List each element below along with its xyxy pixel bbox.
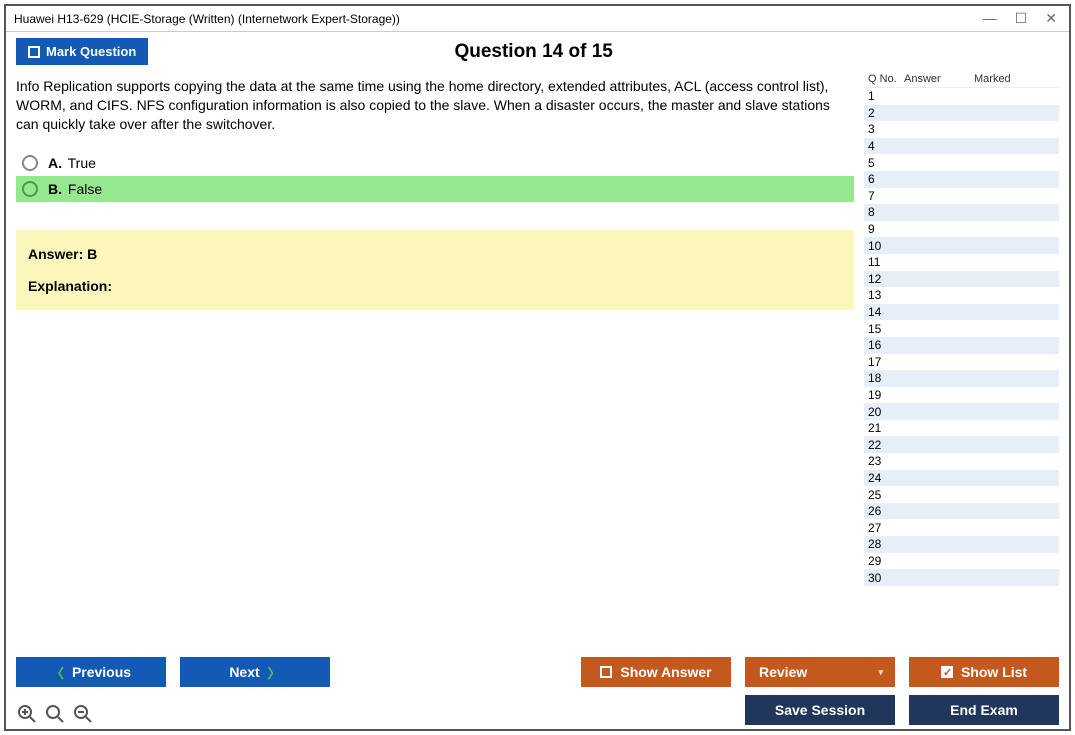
question-list-row[interactable]: 24 [864, 470, 1059, 487]
question-list-row[interactable]: 27 [864, 519, 1059, 536]
question-list-row[interactable]: 21 [864, 420, 1059, 437]
chevron-right-icon: 〉 [268, 663, 281, 682]
chevron-down-icon: ▾ [878, 667, 883, 678]
question-heading: Question 14 of 15 [148, 41, 919, 63]
col-marked: Marked [974, 73, 1059, 85]
question-list-row[interactable]: 4 [864, 138, 1059, 155]
question-list-row[interactable]: 3 [864, 121, 1059, 138]
checkbox-empty-icon [28, 46, 40, 58]
question-list-row[interactable]: 18 [864, 370, 1059, 387]
question-list-row[interactable]: 23 [864, 453, 1059, 470]
question-list-row[interactable]: 5 [864, 154, 1059, 171]
show-answer-label: Show Answer [620, 664, 711, 680]
question-list-row[interactable]: 13 [864, 287, 1059, 304]
option-text: B. False [48, 181, 102, 197]
question-list-row[interactable]: 10 [864, 237, 1059, 254]
end-exam-button[interactable]: End Exam [909, 695, 1059, 725]
window-title: Huawei H13-629 (HCIE-Storage (Written) (… [14, 12, 400, 26]
col-answer: Answer [904, 73, 974, 85]
question-list-row[interactable]: 6 [864, 171, 1059, 188]
show-answer-button[interactable]: Show Answer [581, 657, 731, 687]
question-list-row[interactable]: 26 [864, 503, 1059, 520]
review-button[interactable]: Review ▾ [745, 657, 895, 687]
question-list-row[interactable]: 15 [864, 320, 1059, 337]
button-row-1: 〈 Previous Next 〉 Show Answer Review ▾ S… [16, 657, 1059, 687]
topbar: Mark Question Question 14 of 15 [6, 32, 1069, 71]
question-list-row[interactable]: 22 [864, 436, 1059, 453]
question-list-row[interactable]: 30 [864, 569, 1059, 586]
zoom-out-icon[interactable] [72, 703, 94, 725]
mark-question-label: Mark Question [46, 44, 136, 59]
radio-icon [22, 181, 38, 197]
option-letter: A. [48, 155, 62, 171]
question-list-row[interactable]: 28 [864, 536, 1059, 553]
save-session-button[interactable]: Save Session [745, 695, 895, 725]
maximize-icon[interactable]: ☐ [1015, 10, 1028, 27]
close-icon[interactable]: ✕ [1045, 10, 1057, 27]
mark-question-button[interactable]: Mark Question [16, 38, 148, 65]
answer-line: Answer: B [28, 246, 842, 262]
zoom-in-icon[interactable] [16, 703, 38, 725]
question-list-row[interactable]: 16 [864, 337, 1059, 354]
question-list-row[interactable]: 20 [864, 403, 1059, 420]
previous-button[interactable]: 〈 Previous [16, 657, 166, 687]
explanation-line: Explanation: [28, 278, 842, 294]
zoom-controls [16, 703, 94, 725]
question-text: Info Replication supports copying the da… [16, 77, 854, 134]
window-controls: — ☐ ✕ [983, 10, 1061, 27]
body: Info Replication supports copying the da… [6, 71, 1069, 649]
question-list-row[interactable]: 8 [864, 204, 1059, 221]
option-row[interactable]: B. False [16, 176, 854, 202]
checkbox-checked-icon [941, 666, 953, 678]
zoom-reset-icon[interactable] [44, 703, 66, 725]
col-qno: Q No. [864, 73, 904, 85]
question-list-row[interactable]: 7 [864, 188, 1059, 205]
previous-label: Previous [72, 664, 131, 680]
answer-box: Answer: B Explanation: [16, 230, 854, 310]
app-window: Huawei H13-629 (HCIE-Storage (Written) (… [4, 4, 1071, 731]
option-row[interactable]: A. True [16, 150, 854, 176]
question-list-row[interactable]: 29 [864, 553, 1059, 570]
next-label: Next [229, 664, 259, 680]
show-list-button[interactable]: Show List [909, 657, 1059, 687]
question-list-row[interactable]: 12 [864, 271, 1059, 288]
minimize-icon[interactable]: — [983, 10, 997, 27]
button-row-2: Save Session End Exam [16, 695, 1059, 725]
titlebar: Huawei H13-629 (HCIE-Storage (Written) (… [6, 6, 1069, 32]
question-list[interactable]: 1234567891011121314151617181920212223242… [864, 87, 1059, 643]
question-list-row[interactable]: 19 [864, 387, 1059, 404]
option-letter: B. [48, 181, 62, 197]
end-exam-label: End Exam [950, 702, 1018, 718]
checkbox-empty-icon [600, 666, 612, 678]
save-session-label: Save Session [775, 702, 865, 718]
option-text: A. True [48, 155, 96, 171]
question-list-row[interactable]: 1 [864, 88, 1059, 105]
review-label: Review [759, 664, 807, 680]
next-button[interactable]: Next 〉 [180, 657, 330, 687]
question-list-row[interactable]: 11 [864, 254, 1059, 271]
question-list-row[interactable]: 14 [864, 304, 1059, 321]
question-list-row[interactable]: 9 [864, 221, 1059, 238]
question-list-row[interactable]: 25 [864, 486, 1059, 503]
radio-icon [22, 155, 38, 171]
question-list-panel: Q No. Answer Marked 12345678910111213141… [864, 71, 1059, 643]
question-list-row[interactable]: 2 [864, 105, 1059, 122]
bottombar: 〈 Previous Next 〉 Show Answer Review ▾ S… [6, 649, 1069, 729]
chevron-left-icon: 〈 [51, 663, 64, 682]
question-panel: Info Replication supports copying the da… [16, 71, 864, 643]
show-list-label: Show List [961, 664, 1027, 680]
question-list-header: Q No. Answer Marked [864, 71, 1059, 87]
question-list-row[interactable]: 17 [864, 354, 1059, 371]
